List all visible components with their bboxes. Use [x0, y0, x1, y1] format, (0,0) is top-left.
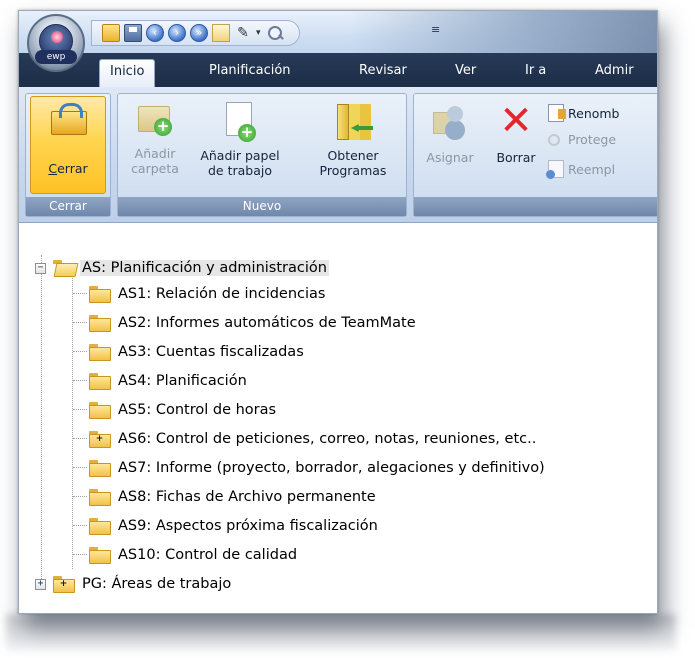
cerrar-button[interactable]: Cerrar — [30, 96, 106, 194]
folder-icon — [89, 402, 111, 419]
obtener-programas-button[interactable]: Obtener Programas — [310, 102, 396, 178]
folder-icon — [89, 373, 111, 390]
renombrar-button[interactable]: Renomb — [548, 104, 620, 122]
save-icon[interactable] — [124, 24, 142, 42]
ribbon-group-nuevo: + Añadir carpeta + Añadir papel de traba… — [117, 93, 407, 217]
borrar-button[interactable]: ✕ Borrar — [488, 98, 544, 165]
tab-ver[interactable]: Ver — [445, 59, 486, 87]
tree-node[interactable]: + AS6: Control de peticiones, correo, no… — [89, 428, 538, 450]
anadir-carpeta-button[interactable]: + Añadir carpeta — [124, 102, 186, 176]
search-icon[interactable] — [265, 24, 285, 42]
add-folder-icon: + — [138, 102, 172, 136]
person-icon — [431, 102, 469, 142]
folder-icon — [89, 460, 111, 477]
group-label-edicion: E — [414, 197, 657, 216]
add-paper-icon: + — [224, 102, 256, 142]
tab-inicio[interactable]: Inicio — [99, 59, 156, 87]
ribbon-group-edicion: Asignar ✕ Borrar Renomb Protege Reempl E — [413, 93, 657, 217]
tree-node[interactable]: AS8: Fichas de Archivo permanente — [89, 486, 378, 508]
folder-with-children-icon: + — [53, 576, 75, 593]
document-icon[interactable] — [212, 24, 230, 42]
window-shadow — [6, 614, 676, 650]
quick-access-toolbar: ‹ › » ✎ ▾ — [91, 20, 300, 46]
fast-forward-icon[interactable]: » — [190, 24, 208, 42]
ribbon: Cerrar Cerrar + Añadir carpeta + Añadir … — [19, 87, 657, 223]
open-folder-icon — [53, 260, 75, 276]
folder-icon — [89, 547, 111, 564]
tree-node[interactable]: AS3: Cuentas fiscalizadas — [89, 341, 306, 363]
application-window: ‹ › » ✎ ▾ ≡ ewp Inicio Planificación Rev… — [18, 10, 658, 614]
folder-icon — [89, 518, 111, 535]
tree-node-as[interactable]: AS: Planificación y administración — [53, 257, 329, 279]
tab-revisar[interactable]: Revisar — [349, 59, 417, 87]
open-folder-icon — [51, 103, 87, 135]
tab-ir-a[interactable]: Ir a — [515, 59, 556, 87]
title-bar: ‹ › » ✎ ▾ ≡ — [19, 11, 657, 53]
customize-toolbar-icon[interactable]: ≡ — [431, 23, 440, 36]
folder-with-children-icon: + — [89, 431, 111, 448]
rename-icon — [548, 104, 566, 122]
tree-node[interactable]: AS4: Planificación — [89, 370, 249, 392]
proteger-button[interactable]: Protege — [548, 132, 616, 147]
tab-planificacion[interactable]: Planificación — [199, 59, 301, 87]
folder-icon — [89, 344, 111, 361]
pen-icon[interactable]: ✎ — [234, 24, 252, 42]
tree-node-pg[interactable]: + PG: Áreas de trabajo — [53, 573, 233, 595]
expand-toggle-pg[interactable]: + — [35, 579, 46, 590]
application-menu-button[interactable]: ewp — [27, 14, 85, 72]
group-label-nuevo: Nuevo — [118, 197, 406, 216]
forward-icon[interactable]: › — [168, 24, 186, 42]
replace-icon — [546, 160, 564, 179]
ribbon-tabs: Inicio Planificación Revisar Ver Ir a Ad… — [19, 53, 657, 87]
folder-icon — [89, 315, 111, 332]
tab-administrar[interactable]: Admir — [585, 59, 644, 87]
reemplazar-button[interactable]: Reempl — [546, 160, 615, 179]
back-icon[interactable]: ‹ — [146, 24, 164, 42]
tree-node[interactable]: AS7: Informe (proyecto, borrador, alegac… — [89, 457, 547, 479]
open-folder-icon[interactable] — [102, 24, 120, 42]
tree-node[interactable]: AS2: Informes automáticos de TeamMate — [89, 312, 418, 334]
key-icon — [548, 133, 560, 146]
anadir-papel-button[interactable]: + Añadir papel de trabajo — [192, 102, 288, 178]
collapse-toggle-as[interactable]: − — [35, 263, 46, 274]
folder-icon — [89, 489, 111, 506]
asignar-button[interactable]: Asignar — [418, 102, 482, 165]
pen-dropdown-icon[interactable]: ▾ — [256, 28, 261, 38]
workpaper-tree: − AS: Planificación y administración AS1… — [19, 233, 657, 613]
tree-node[interactable]: AS10: Control de calidad — [89, 544, 299, 566]
tree-node[interactable]: AS5: Control de horas — [89, 399, 278, 421]
books-icon — [333, 102, 373, 142]
ribbon-group-cerrar: Cerrar Cerrar — [25, 93, 111, 217]
folder-icon — [89, 286, 111, 303]
orb-label: ewp — [35, 50, 77, 64]
delete-x-icon: ✕ — [499, 98, 533, 144]
tree-node[interactable]: AS9: Aspectos próxima fiscalización — [89, 515, 380, 537]
group-label-cerrar: Cerrar — [26, 197, 110, 216]
tree-node[interactable]: AS1: Relación de incidencias — [89, 283, 327, 305]
